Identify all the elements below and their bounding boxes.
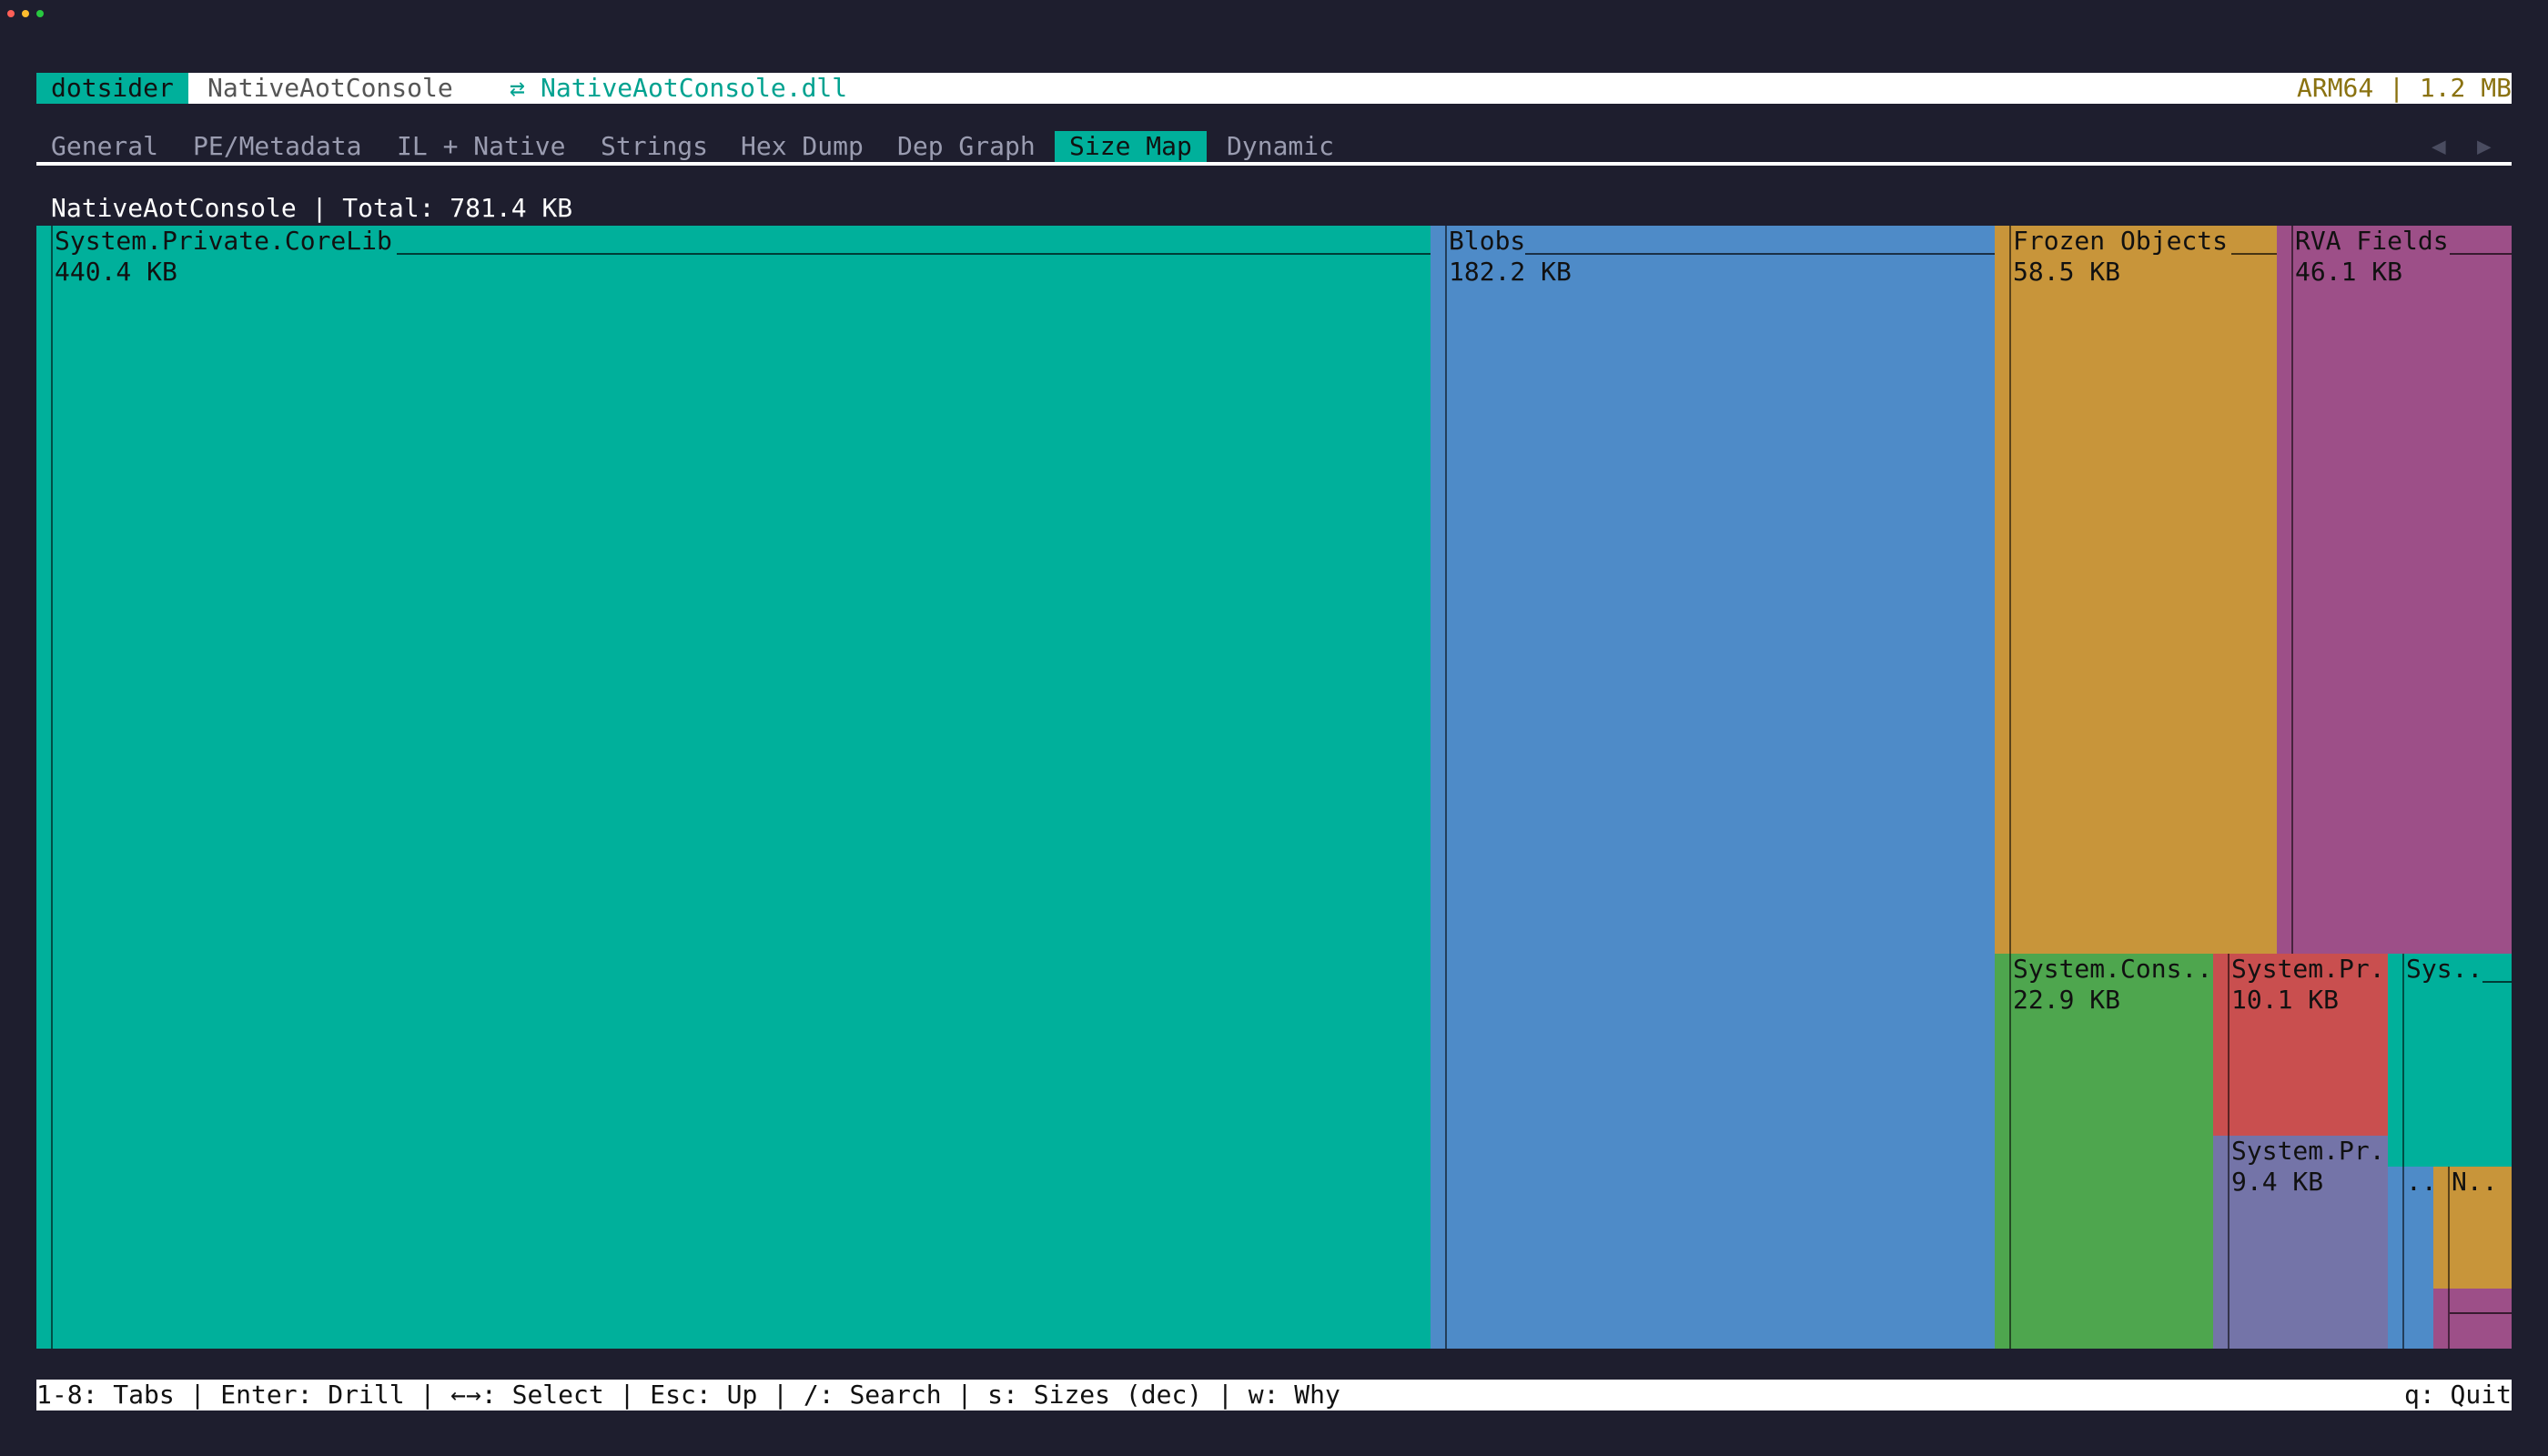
arch-and-size: ARM64 | 1.2 MB <box>2296 73 2512 103</box>
close-window-dot-icon[interactable] <box>7 10 15 17</box>
tile-label-rule <box>2231 253 2277 255</box>
tab-strings[interactable]: Strings <box>601 131 708 162</box>
tile-size: 22.9 KB <box>2013 985 2121 1015</box>
tile-size: 58.5 KB <box>2013 257 2121 287</box>
tile-label-rule <box>2482 981 2512 983</box>
app-name-badge: dotsider <box>36 73 188 104</box>
tab-next-icon[interactable]: ▶ <box>2477 131 2492 162</box>
tile-name: N.. <box>2452 1167 2498 1197</box>
treemap-tile[interactable]: RVA Fields 46.1 KB <box>2277 226 2512 954</box>
tile-name: Blobs <box>1449 226 1526 256</box>
app-window: dotsider NativeAotConsole ⇄ NativeAotCon… <box>0 0 2548 1456</box>
quit-hint[interactable]: q: Quit <box>2404 1380 2512 1410</box>
tile-name: System.Private.CoreLib <box>55 226 392 256</box>
swap-icon: ⇄ <box>510 73 525 103</box>
tile-name: System.Cons.. <box>2013 954 2213 984</box>
treemap-tile[interactable]: .. <box>2388 1167 2433 1349</box>
tile-name: RVA Fields <box>2295 226 2449 256</box>
tab-il-native[interactable]: IL + Native <box>397 131 565 162</box>
size-treemap: System.Private.CoreLib 440.4 KB Blobs 18… <box>36 226 2512 1349</box>
tile-size: 46.1 KB <box>2295 257 2403 287</box>
treemap-tile[interactable]: Blobs 182.2 KB <box>1431 226 1995 1349</box>
key-help-bar: 1-8: Tabs | Enter: Drill | ←→: Select | … <box>36 1380 2512 1410</box>
treemap-tile[interactable]: Frozen Objects 58.5 KB <box>1995 226 2277 954</box>
treemap-tile[interactable]: System.Private.CoreLib 440.4 KB <box>36 226 1431 1349</box>
tab-dep-graph[interactable]: Dep Graph <box>897 131 1036 162</box>
treemap-tile[interactable]: System.Cons.. 22.9 KB <box>1995 954 2213 1349</box>
assembly-file-name: NativeAotConsole.dll <box>541 73 848 103</box>
minimize-window-dot-icon[interactable] <box>22 10 29 17</box>
tab-hex-dump[interactable]: Hex Dump <box>741 131 864 162</box>
treemap-tile[interactable]: System.Pr.. 10.1 KB <box>2213 954 2388 1136</box>
tile-size: 9.4 KB <box>2231 1167 2324 1197</box>
key-help-text: 1-8: Tabs | Enter: Drill | ←→: Select | … <box>36 1380 1340 1410</box>
tab-pe-metadata[interactable]: PE/Metadata <box>193 131 361 162</box>
tile-name: Sys.. <box>2406 954 2483 984</box>
tab-prev-icon[interactable]: ◀ <box>2432 131 2446 162</box>
size-summary: NativeAotConsole | Total: 781.4 KB <box>51 193 573 223</box>
tile-size: 182.2 KB <box>1449 257 1572 287</box>
treemap-tile[interactable]: Sys.. <box>2388 954 2512 1167</box>
treemap-tile[interactable]: System.Pr.. 9.4 KB <box>2213 1136 2388 1349</box>
project-name: NativeAotConsole <box>207 73 453 103</box>
tab-dynamic[interactable]: Dynamic <box>1227 131 1334 162</box>
tile-name: .. <box>2406 1167 2433 1197</box>
tile-label-rule <box>397 253 1431 255</box>
zoom-window-dot-icon[interactable] <box>36 10 44 17</box>
tile-label-rule <box>1525 253 1995 255</box>
tile-name: System.Pr.. <box>2231 1136 2388 1166</box>
treemap-tile[interactable] <box>2433 1289 2512 1349</box>
tile-name: System.Pr.. <box>2231 954 2388 984</box>
title-bar: dotsider NativeAotConsole ⇄ NativeAotCon… <box>36 73 2512 104</box>
tab-size-map[interactable]: Size Map <box>1055 131 1207 162</box>
tab-general[interactable]: General <box>51 131 158 162</box>
tile-size: 440.4 KB <box>55 257 177 287</box>
tab-bar: General PE/Metadata IL + Native Strings … <box>36 131 2512 166</box>
treemap-tile[interactable]: N.. <box>2433 1167 2512 1289</box>
tile-name: Frozen Objects <box>2013 226 2229 256</box>
tile-size: 10.1 KB <box>2231 985 2340 1015</box>
tile-label-rule <box>2450 1312 2512 1314</box>
tile-label-rule <box>2450 253 2512 255</box>
